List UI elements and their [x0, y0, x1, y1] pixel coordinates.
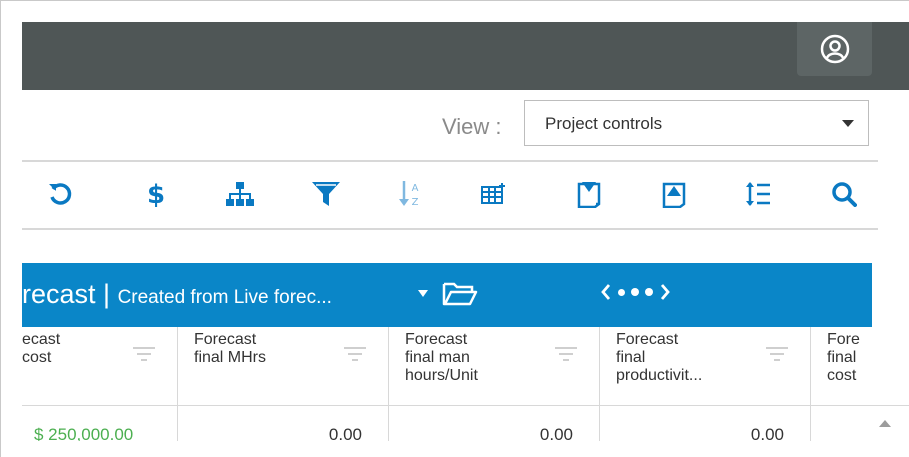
pager [600, 283, 671, 301]
view-select[interactable]: Project controls [524, 100, 869, 146]
column-filter-icon[interactable] [555, 347, 577, 365]
grid-body: $ 250,000.00 0.00 0.00 0.00 [22, 405, 872, 441]
export-down-icon[interactable] [569, 174, 609, 214]
svg-text:A: A [412, 183, 419, 194]
top-bar [22, 22, 909, 90]
cell-value: 0.00 [328, 425, 362, 441]
chevron-left-icon[interactable] [600, 283, 612, 301]
sort-az-icon[interactable]: A Z [390, 174, 430, 214]
filter-icon[interactable] [306, 174, 346, 214]
column-headers: ecast cost Forecast final MHrs Forecast … [22, 327, 909, 406]
column-label: Forecast final man hours/Unit [405, 331, 478, 384]
chevron-right-icon[interactable] [659, 283, 671, 301]
view-select-value: Project controls [545, 114, 663, 133]
svg-text:Z: Z [412, 197, 419, 208]
hierarchy-icon[interactable] [220, 174, 260, 214]
cell-value: $ 250,000.00 [34, 425, 134, 441]
grid-header: recast | Created from Live forec... [22, 263, 872, 327]
table-cell[interactable] [811, 405, 872, 441]
cell-value: 0.00 [750, 425, 784, 441]
column-header[interactable]: Forecast final MHrs [178, 327, 389, 405]
table-cell[interactable]: 0.00 [178, 405, 389, 441]
line-height-icon[interactable] [738, 174, 778, 214]
table-columns-icon[interactable] [474, 174, 514, 214]
user-menu-button[interactable] [797, 22, 872, 76]
divider [22, 228, 878, 230]
folder-open-icon[interactable] [442, 281, 478, 307]
column-header[interactable]: ecast cost [22, 327, 178, 405]
forecast-title[interactable]: recast | Created from Live forec... [22, 279, 332, 310]
forecast-dropdown-icon[interactable] [418, 290, 428, 297]
user-circle-icon [820, 34, 849, 64]
column-header[interactable]: Forecast final man hours/Unit [389, 327, 600, 405]
chevron-down-icon [842, 120, 854, 127]
forecast-title-main: recast [22, 279, 96, 309]
pager-dot[interactable] [618, 288, 625, 296]
column-header[interactable]: Fore final cost [811, 327, 860, 405]
pager-dot[interactable] [631, 288, 639, 296]
view-row: View : Project controls [22, 90, 909, 162]
column-header[interactable]: Forecast final productivit... [600, 327, 811, 405]
column-filter-icon[interactable] [344, 347, 366, 365]
table-cell[interactable]: $ 250,000.00 [22, 405, 178, 441]
import-up-icon[interactable] [654, 174, 694, 214]
cell-value: 0.00 [539, 425, 573, 441]
pager-dot[interactable] [645, 288, 653, 296]
view-label: View : [442, 114, 502, 139]
toolbar: $ A Z [22, 162, 878, 228]
column-label: Forecast final MHrs [194, 331, 267, 366]
column-filter-icon[interactable] [766, 347, 788, 365]
search-icon[interactable] [824, 174, 864, 214]
refresh-icon[interactable] [40, 174, 80, 214]
title-separator: | [95, 279, 118, 309]
table-cell[interactable]: 0.00 [389, 405, 600, 441]
column-label: Fore final cost [827, 331, 860, 384]
column-label: Forecast final productivit... [616, 331, 703, 384]
svg-text:$: $ [147, 180, 165, 208]
forecast-title-sub: Created from Live forec... [117, 287, 332, 308]
dollar-icon[interactable]: $ [136, 174, 176, 214]
table-cell[interactable]: 0.00 [600, 405, 811, 441]
scroll-up-arrow-icon[interactable] [879, 420, 891, 427]
column-label: ecast cost [22, 331, 61, 366]
column-filter-icon[interactable] [133, 347, 155, 365]
